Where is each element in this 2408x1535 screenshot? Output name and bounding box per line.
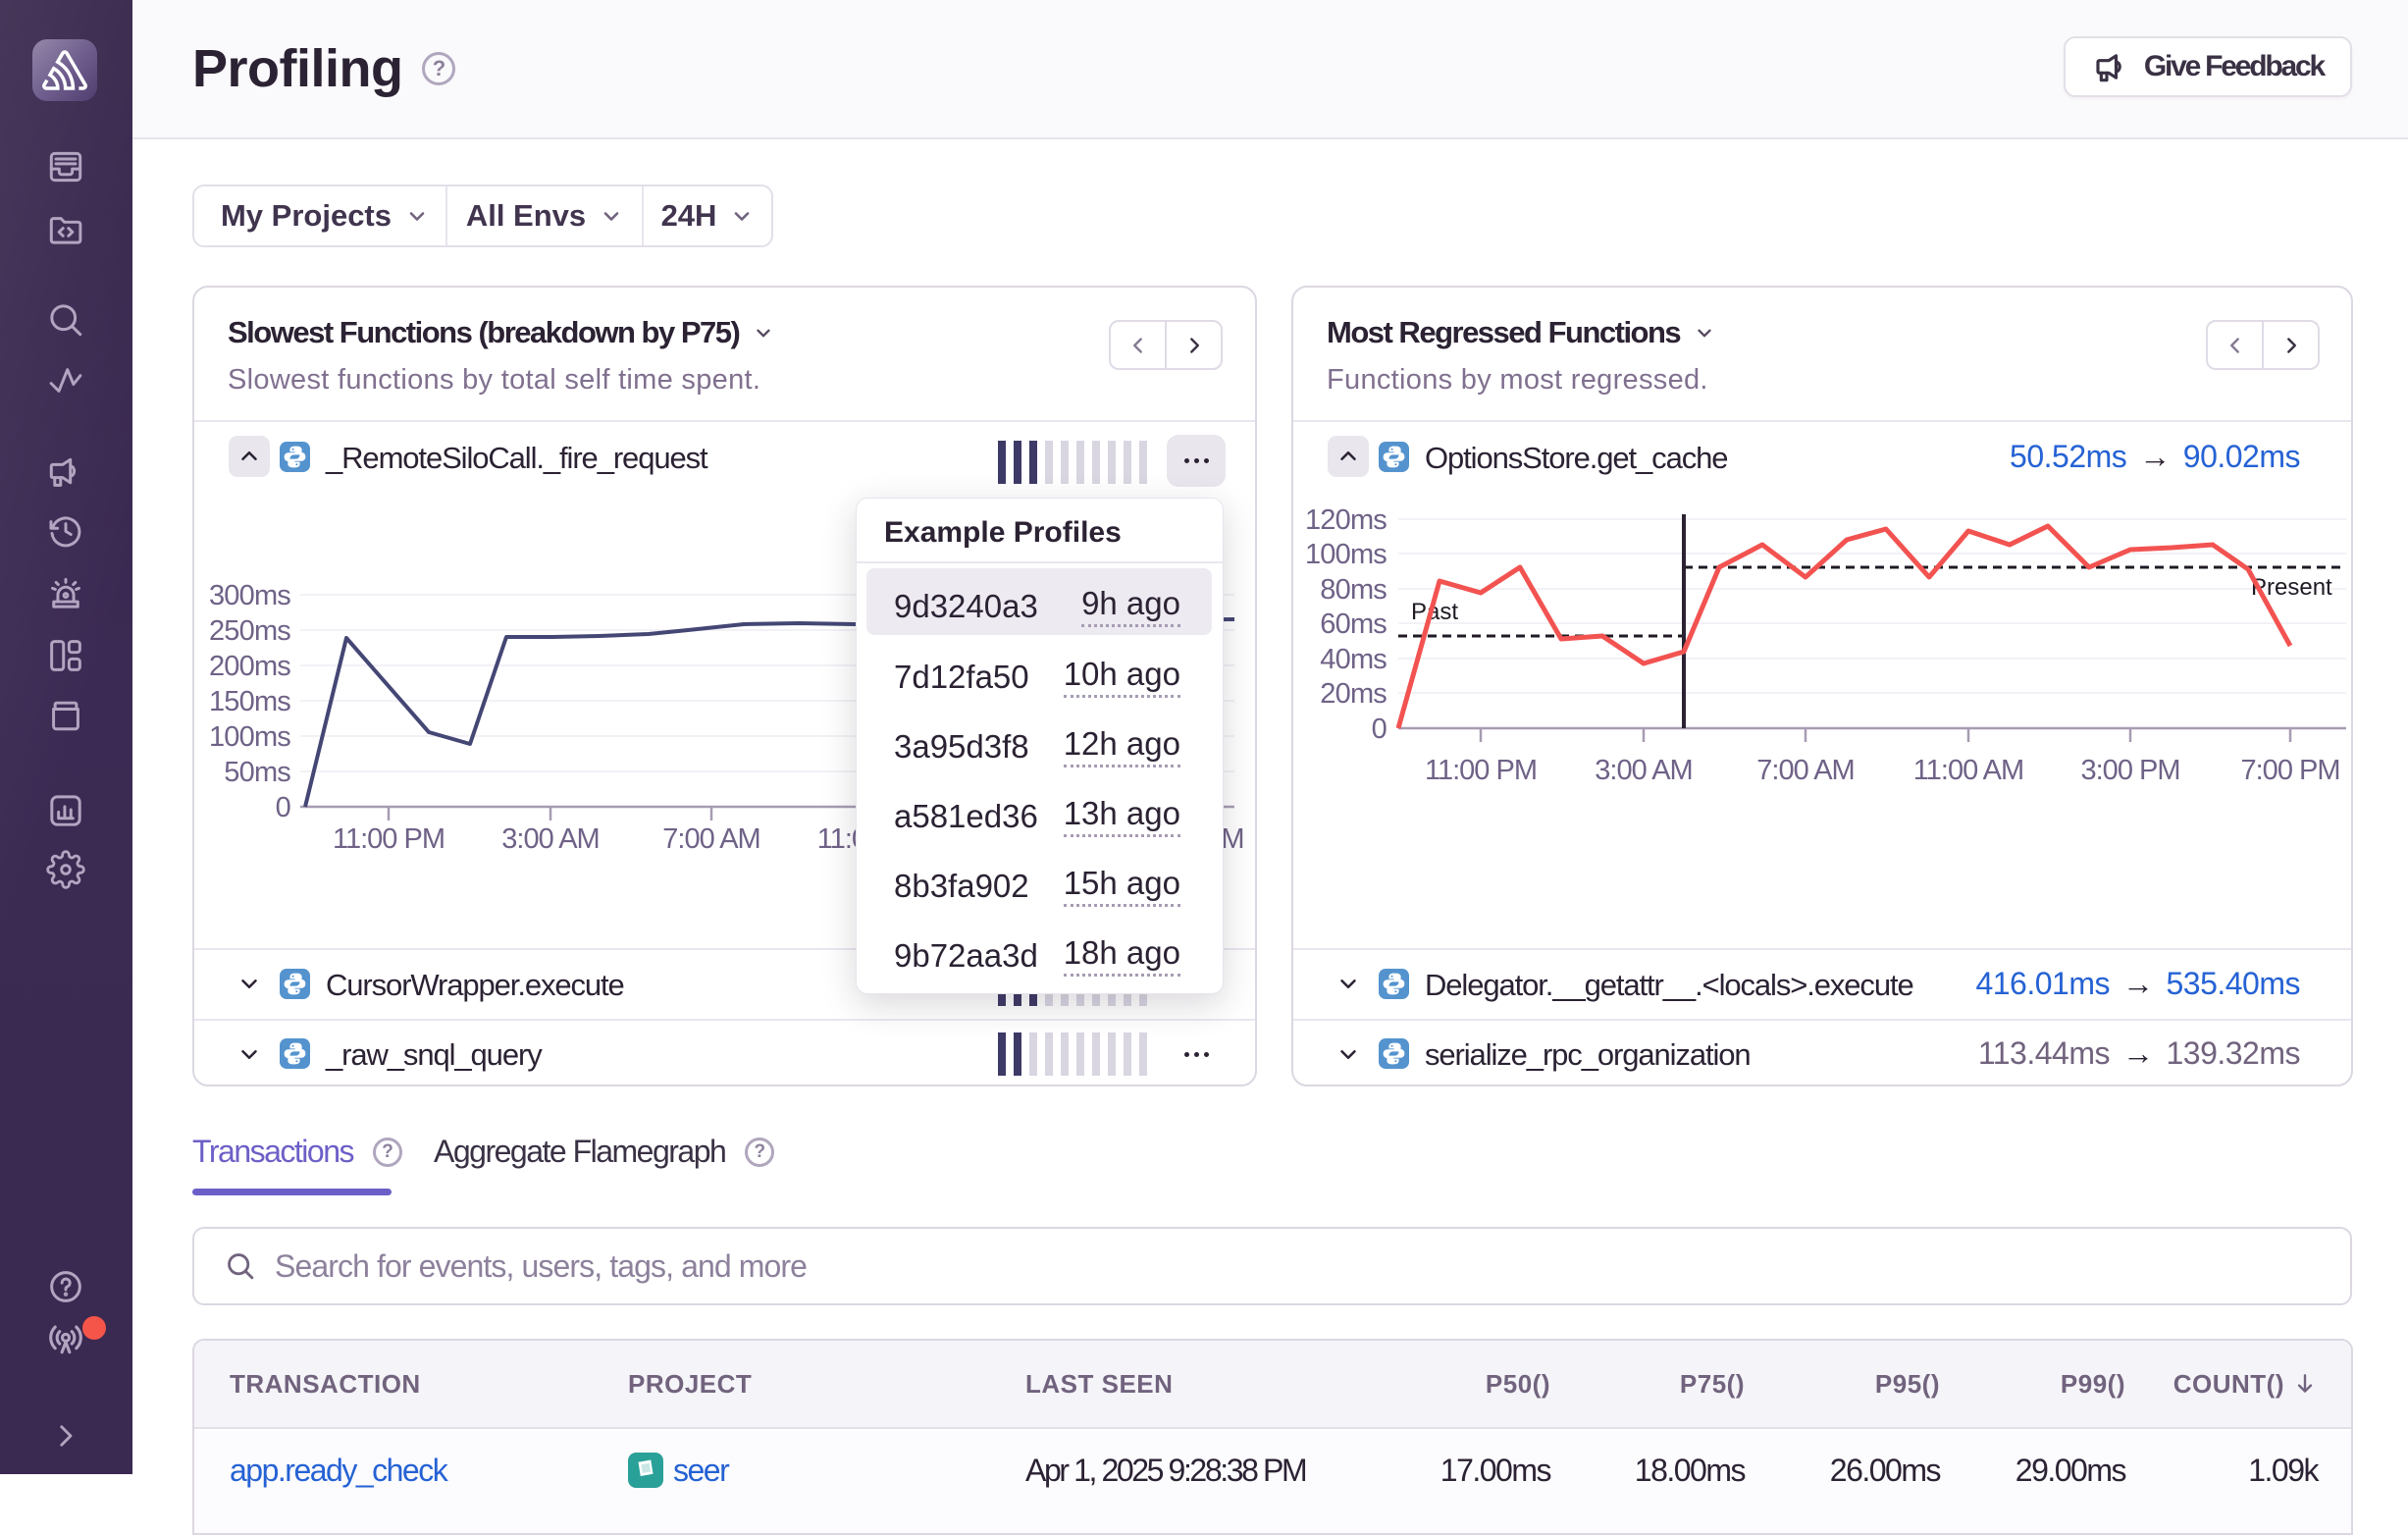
svg-text:11:00 PM: 11:00 PM	[333, 823, 445, 855]
svg-text:250ms: 250ms	[209, 615, 290, 647]
svg-text:7:00 AM: 7:00 AM	[1756, 755, 1854, 786]
svg-text:11:00 AM: 11:00 AM	[1913, 755, 2023, 786]
svg-text:11:00 PM: 11:00 PM	[1425, 755, 1537, 786]
svg-text:40ms: 40ms	[1320, 644, 1387, 675]
svg-text:120ms: 120ms	[1305, 504, 1387, 536]
svg-text:60ms: 60ms	[1320, 609, 1387, 640]
svg-text:0: 0	[276, 792, 290, 823]
svg-text:3:00 PM: 3:00 PM	[2081, 755, 2180, 786]
svg-text:3:00 AM: 3:00 AM	[501, 823, 599, 855]
svg-text:100ms: 100ms	[209, 721, 290, 753]
svg-text:7:00 AM: 7:00 AM	[662, 823, 759, 855]
svg-text:0: 0	[1372, 714, 1387, 745]
svg-text:150ms: 150ms	[209, 686, 290, 717]
svg-text:300ms: 300ms	[209, 580, 290, 611]
svg-text:7:00 PM: 7:00 PM	[2241, 755, 2340, 786]
svg-text:50ms: 50ms	[224, 757, 290, 788]
svg-text:100ms: 100ms	[1305, 539, 1387, 570]
svg-text:20ms: 20ms	[1320, 678, 1387, 710]
svg-text:200ms: 200ms	[209, 651, 290, 682]
svg-text:80ms: 80ms	[1320, 574, 1387, 606]
svg-text:3:00 AM: 3:00 AM	[1595, 755, 1692, 786]
